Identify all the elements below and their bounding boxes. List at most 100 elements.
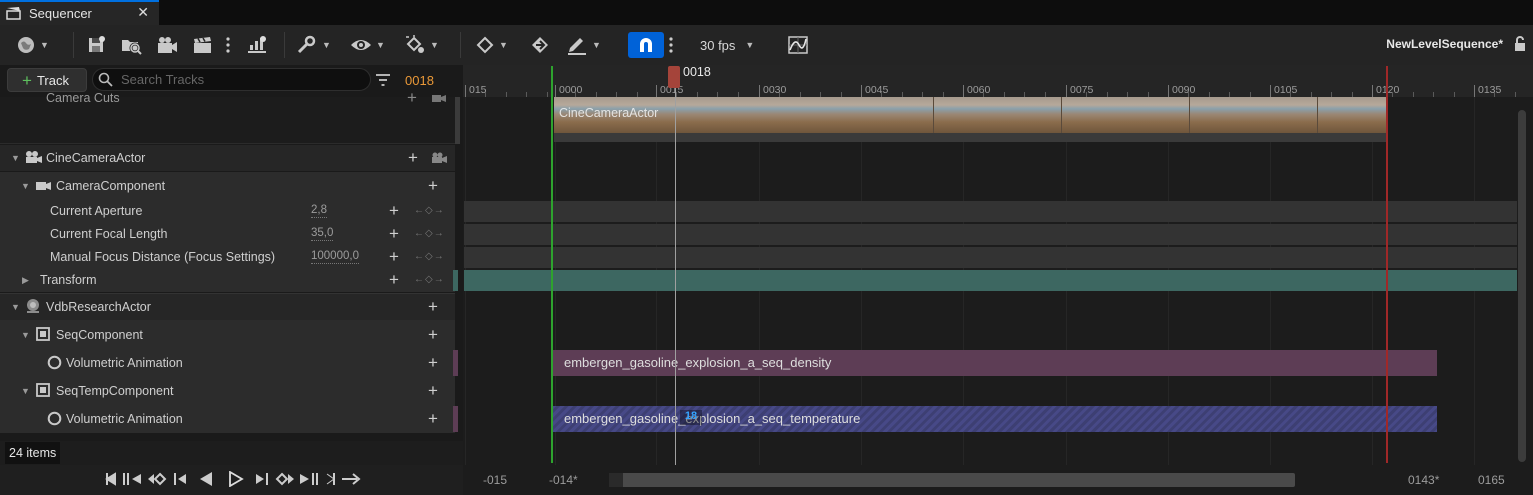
working-start-value[interactable]: -014* <box>549 473 578 487</box>
previous-key-button[interactable] <box>146 471 168 490</box>
playback-start-marker[interactable] <box>551 66 553 463</box>
add-camera-cut-button[interactable]: + <box>407 89 417 106</box>
lock-icon[interactable] <box>1513 36 1527 55</box>
working-end-value[interactable]: 0143* <box>1408 473 1439 487</box>
camera-cut-label: CineCameraActor <box>559 106 659 120</box>
keyframe-menu[interactable]: ▼ <box>475 33 508 57</box>
save-button[interactable] <box>86 33 106 57</box>
track-label-manual-focus-distance: Manual Focus Distance (Focus Settings) <box>50 250 276 264</box>
chevron-down-icon: ▼ <box>592 40 601 50</box>
ruler-tick-label: 015 <box>469 84 487 96</box>
more-options-button[interactable] <box>224 33 232 57</box>
tools-icon <box>296 35 318 55</box>
manual-focus-distance-value[interactable]: 100000,0 <box>311 250 359 264</box>
current-aperture-value[interactable]: 2,8 <box>311 204 327 218</box>
add-track-button-seqcomponent[interactable]: + <box>428 326 438 343</box>
timeline-horizontal-scrollbar[interactable] <box>609 473 1295 487</box>
ruler-minor-tick <box>1412 92 1414 97</box>
camera-icon[interactable] <box>432 152 448 167</box>
key-navigation-icon[interactable]: ←◇→ <box>414 274 445 285</box>
step-back-button[interactable] <box>172 471 188 490</box>
world-button[interactable]: ▼ <box>16 33 49 57</box>
chevron-down-icon: ▼ <box>376 40 385 50</box>
playback-end-marker[interactable] <box>1386 66 1388 463</box>
render-movie-icon <box>156 35 178 55</box>
track-label-current-focal-length: Current Focal Length <box>50 227 168 241</box>
view-end-value[interactable]: 0165 <box>1478 473 1505 487</box>
visibility-menu[interactable]: ▼ <box>350 33 385 57</box>
ruler-tick-label: 0075 <box>1070 84 1094 96</box>
ruler-major-tick <box>465 85 466 97</box>
current-frame-value: 0018 <box>405 73 434 88</box>
add-section-button[interactable]: + <box>428 354 438 371</box>
snap-options-button[interactable] <box>667 33 675 57</box>
snap-toggle[interactable] <box>628 32 664 58</box>
add-key-button[interactable]: + <box>389 225 399 242</box>
framerate-value: 30 fps <box>700 37 736 53</box>
next-key-button[interactable] <box>274 471 296 490</box>
play-button[interactable] <box>228 470 244 490</box>
tools-menu[interactable]: ▼ <box>296 33 331 57</box>
current-focal-length-value[interactable]: 35,0 <box>311 227 334 241</box>
track-label-volumetric-animation-temp: Volumetric Animation <box>66 412 183 426</box>
tab-sequencer[interactable]: Sequencer ✕ <box>0 0 159 25</box>
density-section[interactable]: embergen_gasoline_explosion_a_seq_densit… <box>552 350 1437 376</box>
render-movie-button[interactable] <box>156 33 178 57</box>
step-forward-button[interactable] <box>254 471 270 490</box>
search-icon <box>98 72 113 90</box>
track-label-vdbresearchactor: VdbResearchActor <box>46 300 151 314</box>
playhead-frame-label: 0018 <box>683 65 711 79</box>
framerate-select[interactable]: 30 fps ▼ <box>700 32 754 58</box>
add-key-button[interactable]: + <box>389 248 399 265</box>
focus-distance-track-lane[interactable] <box>464 247 1517 268</box>
view-start-value[interactable]: -015 <box>483 473 507 487</box>
jump-to-end-button[interactable] <box>325 471 339 490</box>
visibility-icon <box>350 35 372 55</box>
clapper-button[interactable] <box>192 33 214 57</box>
filter-icon[interactable] <box>375 73 391 90</box>
curve-editor-button[interactable] <box>787 33 809 57</box>
browse-button[interactable] <box>120 33 142 57</box>
search-tracks-input[interactable] <box>92 68 371 91</box>
jump-to-next-key-button[interactable] <box>299 471 319 490</box>
add-key-button[interactable]: + <box>389 202 399 219</box>
key-navigation-icon[interactable]: ←◇→ <box>414 251 445 262</box>
save-icon <box>86 35 106 55</box>
outliner-scrollbar[interactable] <box>455 97 460 144</box>
add-track-button-cameracomponent[interactable]: + <box>428 177 438 194</box>
track-label-cameracomponent: CameraComponent <box>56 179 166 193</box>
density-section-label: embergen_gasoline_explosion_a_seq_densit… <box>564 355 832 370</box>
pen-menu[interactable]: ▼ <box>566 33 601 57</box>
add-track-button-seqtempcomponent[interactable]: + <box>428 382 438 399</box>
camera-cut-section[interactable] <box>554 97 1386 133</box>
clapper-icon <box>192 35 214 55</box>
focal-length-track-lane[interactable] <box>464 224 1517 245</box>
jump-to-start-button[interactable] <box>104 471 118 490</box>
playhead-handle[interactable] <box>668 66 680 88</box>
transform-menu[interactable]: ▼ <box>404 33 439 57</box>
ruler-major-tick <box>1066 85 1067 97</box>
key-navigation-icon[interactable]: ←◇→ <box>414 228 445 239</box>
play-reverse-button[interactable] <box>198 471 214 490</box>
playhead-line[interactable] <box>675 67 676 465</box>
add-section-button[interactable]: + <box>428 410 438 427</box>
aperture-track-lane[interactable] <box>464 201 1517 222</box>
ruler-major-tick <box>1372 85 1373 97</box>
ruler-major-tick <box>656 85 657 97</box>
close-tab-icon[interactable]: ✕ <box>137 4 149 21</box>
add-key-button[interactable]: + <box>389 271 399 288</box>
key-interpolation-button[interactable] <box>530 33 550 57</box>
transform-section[interactable] <box>464 270 1517 291</box>
browse-icon <box>120 35 142 55</box>
sequence-name: NewLevelSequence* <box>1386 37 1503 51</box>
jump-to-previous-key-button[interactable] <box>122 471 142 490</box>
loop-button[interactable] <box>341 471 361 490</box>
actor-to-sequencer-button[interactable] <box>246 33 268 57</box>
key-navigation-icon[interactable]: ←◇→ <box>414 205 445 216</box>
add-track-button-cinecamera[interactable]: + <box>408 149 418 166</box>
add-track-label: Track <box>36 72 69 88</box>
add-track-button-vdb[interactable]: + <box>428 298 438 315</box>
timeline-vertical-scrollbar[interactable] <box>1518 110 1526 462</box>
chevron-down-icon: ▼ <box>745 40 755 50</box>
ruler-tick-label: 0135 <box>1478 84 1502 96</box>
